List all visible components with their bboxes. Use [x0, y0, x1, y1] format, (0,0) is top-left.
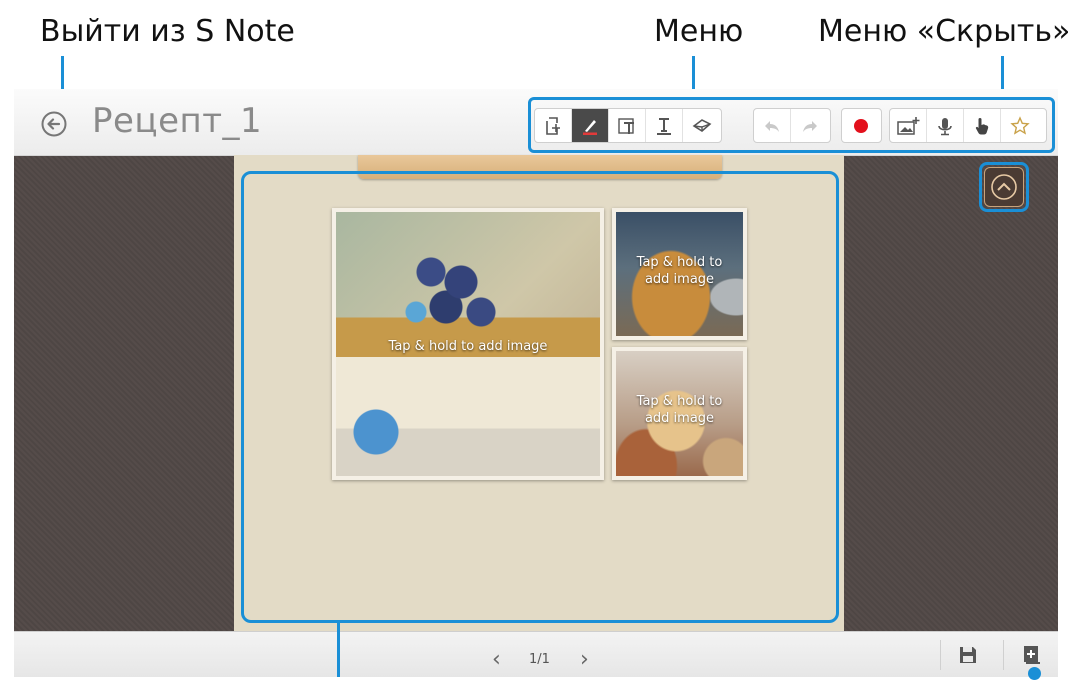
- bottom-bar: ‹ 1/1 ›: [14, 631, 1058, 677]
- hide-menu-callout-label: Меню «Скрыть»: [818, 14, 1068, 49]
- document-title: Рецепт_1: [92, 101, 263, 141]
- menu-callout-label: Меню: [654, 14, 744, 49]
- prev-page-button[interactable]: ‹: [492, 647, 501, 672]
- exit-callout-label: Выйти из S Note: [40, 14, 295, 49]
- add-page-icon[interactable]: [1022, 644, 1042, 666]
- pager: ‹ 1/1 ›: [492, 644, 589, 672]
- menu-highlight-frame: [528, 97, 1055, 153]
- title-bar: Рецепт_1: [14, 89, 1058, 156]
- bottom-separator-2: [1003, 640, 1004, 670]
- back-arrow-icon[interactable]: [41, 111, 67, 137]
- next-page-button[interactable]: ›: [580, 647, 589, 672]
- canvas-highlight-frame: [241, 171, 839, 623]
- snote-screen: Рецепт_1 Tap & hold to add image Tap & h…: [14, 89, 1058, 677]
- save-icon[interactable]: [958, 645, 978, 665]
- canvas-callout-line: [337, 622, 340, 677]
- hide-menu-highlight-frame: [979, 162, 1029, 212]
- bottom-separator-1: [940, 640, 941, 670]
- page-indicator: 1/1: [528, 652, 550, 667]
- add-page-callout-dot: [1028, 667, 1041, 680]
